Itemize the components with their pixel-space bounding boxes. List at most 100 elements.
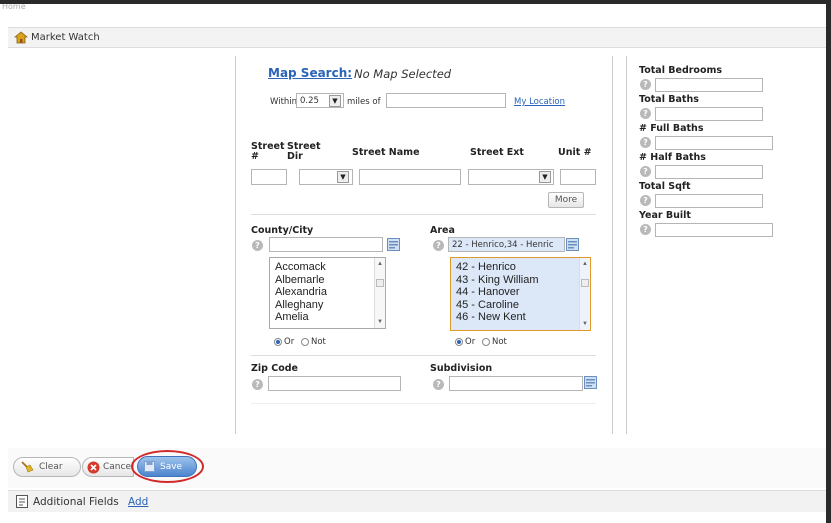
lookup-icon[interactable] — [584, 376, 597, 389]
help-icon[interactable]: ? — [252, 379, 263, 390]
county-label: County/City — [251, 225, 314, 236]
area-label: Area — [430, 225, 455, 236]
help-icon[interactable]: ? — [640, 195, 651, 206]
unit-label: Unit # — [558, 147, 592, 158]
main-content: Map Search: No Map Selected Within 0.25 … — [8, 48, 826, 448]
county-or-radio[interactable] — [274, 338, 282, 346]
lookup-icon[interactable] — [566, 238, 579, 251]
location-input[interactable] — [386, 93, 506, 108]
save-icon — [144, 461, 155, 472]
within-select[interactable]: 0.25 ▼ — [296, 93, 344, 108]
street-num-label: Street # — [251, 141, 285, 162]
help-icon[interactable]: ? — [252, 240, 263, 251]
street-name-label: Street Name — [352, 147, 420, 158]
field-total-bedrooms: Total Bedrooms ? — [639, 66, 789, 95]
list-item[interactable]: Alleghany — [275, 299, 380, 312]
window-right-border — [826, 0, 831, 523]
field-year-built: Year Built ? — [639, 211, 789, 240]
lookup-icon[interactable] — [387, 238, 400, 251]
chevron-down-icon[interactable]: ▼ — [337, 171, 349, 183]
additional-fields-label: Additional Fields — [33, 496, 119, 508]
help-icon[interactable]: ? — [640, 137, 651, 148]
list-item[interactable]: 46 - New Kent — [456, 311, 585, 324]
panel-header: Market Watch — [8, 27, 826, 48]
column-divider-left — [235, 56, 236, 434]
scrollbar[interactable]: ▲ ▼ — [374, 258, 385, 328]
area-not-radio[interactable] — [482, 338, 490, 346]
help-icon[interactable]: ? — [433, 240, 444, 251]
within-label: Within — [270, 97, 298, 107]
county-listbox[interactable]: Accomack Albemarle Alexandria Alleghany … — [269, 257, 386, 329]
area-or-label: Or — [465, 337, 476, 347]
save-button[interactable]: Save — [137, 456, 197, 477]
cancel-icon — [87, 461, 100, 474]
area-search-input[interactable]: 22 - Henrico,34 - Henric — [448, 237, 565, 252]
zip-label: Zip Code — [251, 363, 298, 374]
footer-bar: Additional Fields Add — [8, 490, 826, 512]
divider — [251, 214, 596, 215]
total-bedrooms-input[interactable] — [655, 78, 763, 92]
column-divider-right — [626, 56, 627, 434]
area-not-label: Not — [492, 337, 507, 347]
chevron-down-icon[interactable]: ▼ — [539, 171, 551, 183]
within-value: 0.25 — [300, 96, 319, 106]
list-item[interactable]: 43 - King William — [456, 274, 585, 287]
county-or-label: Or — [284, 337, 295, 347]
zip-input[interactable] — [268, 376, 401, 391]
full-baths-input[interactable] — [655, 136, 773, 150]
area-or-radio[interactable] — [455, 338, 463, 346]
add-link[interactable]: Add — [128, 496, 148, 508]
unit-input[interactable] — [560, 169, 596, 185]
broom-icon — [21, 461, 34, 473]
miles-label: miles of — [347, 97, 381, 107]
field-total-sqft: Total Sqft ? — [639, 182, 789, 211]
total-sqft-input[interactable] — [655, 194, 763, 208]
help-icon[interactable]: ? — [640, 108, 651, 119]
county-not-radio[interactable] — [301, 338, 309, 346]
subdivision-input[interactable] — [449, 376, 583, 391]
cancel-button[interactable]: Cancel — [82, 457, 134, 477]
list-item[interactable]: 44 - Hanover — [456, 286, 585, 299]
list-item[interactable]: Albemarle — [275, 274, 380, 287]
county-not-label: Not — [311, 337, 326, 347]
right-fields: Total Bedrooms ? Total Baths ? # Full Ba… — [639, 66, 789, 240]
field-half-baths: # Half Baths ? — [639, 153, 789, 182]
clear-button[interactable]: Clear — [13, 457, 81, 477]
half-baths-input[interactable] — [655, 165, 763, 179]
street-dir-label: Street Dir — [287, 141, 321, 162]
column-divider-mid — [612, 56, 613, 434]
total-baths-input[interactable] — [655, 107, 763, 121]
help-icon[interactable]: ? — [433, 379, 444, 390]
top-bar: Home — [0, 0, 831, 28]
street-ext-select[interactable]: ▼ — [468, 169, 554, 185]
more-button[interactable]: More — [548, 192, 584, 208]
scrollbar[interactable]: ▲ ▼ — [579, 258, 590, 330]
street-num-input[interactable] — [251, 169, 287, 185]
help-icon[interactable]: ? — [640, 224, 651, 235]
house-icon — [14, 31, 28, 44]
field-total-baths: Total Baths ? — [639, 95, 789, 124]
year-built-input[interactable] — [655, 223, 773, 237]
chevron-down-icon[interactable]: ▼ — [329, 95, 341, 107]
help-icon[interactable]: ? — [640, 166, 651, 177]
divider — [251, 403, 596, 404]
list-item[interactable]: Alexandria — [275, 286, 380, 299]
area-listbox[interactable]: 42 - Henrico 43 - King William 44 - Hano… — [450, 257, 591, 331]
map-search-link[interactable]: Map Search: — [268, 66, 352, 80]
list-item[interactable]: Amelia — [275, 311, 380, 324]
list-item[interactable]: 42 - Henrico — [456, 261, 585, 274]
my-location-link[interactable]: My Location — [514, 97, 565, 107]
window-top-border — [0, 0, 831, 4]
field-full-baths: # Full Baths ? — [639, 124, 789, 153]
street-ext-label: Street Ext — [470, 147, 524, 158]
street-dir-select[interactable]: ▼ — [299, 169, 353, 185]
help-icon[interactable]: ? — [640, 79, 651, 90]
divider — [251, 355, 596, 356]
list-item[interactable]: Accomack — [275, 261, 380, 274]
page-title: Market Watch — [31, 32, 100, 43]
street-name-input[interactable] — [359, 169, 461, 185]
county-search-input[interactable] — [269, 237, 383, 252]
document-icon — [16, 495, 28, 508]
subdivision-label: Subdivision — [430, 363, 493, 374]
list-item[interactable]: 45 - Caroline — [456, 299, 585, 312]
